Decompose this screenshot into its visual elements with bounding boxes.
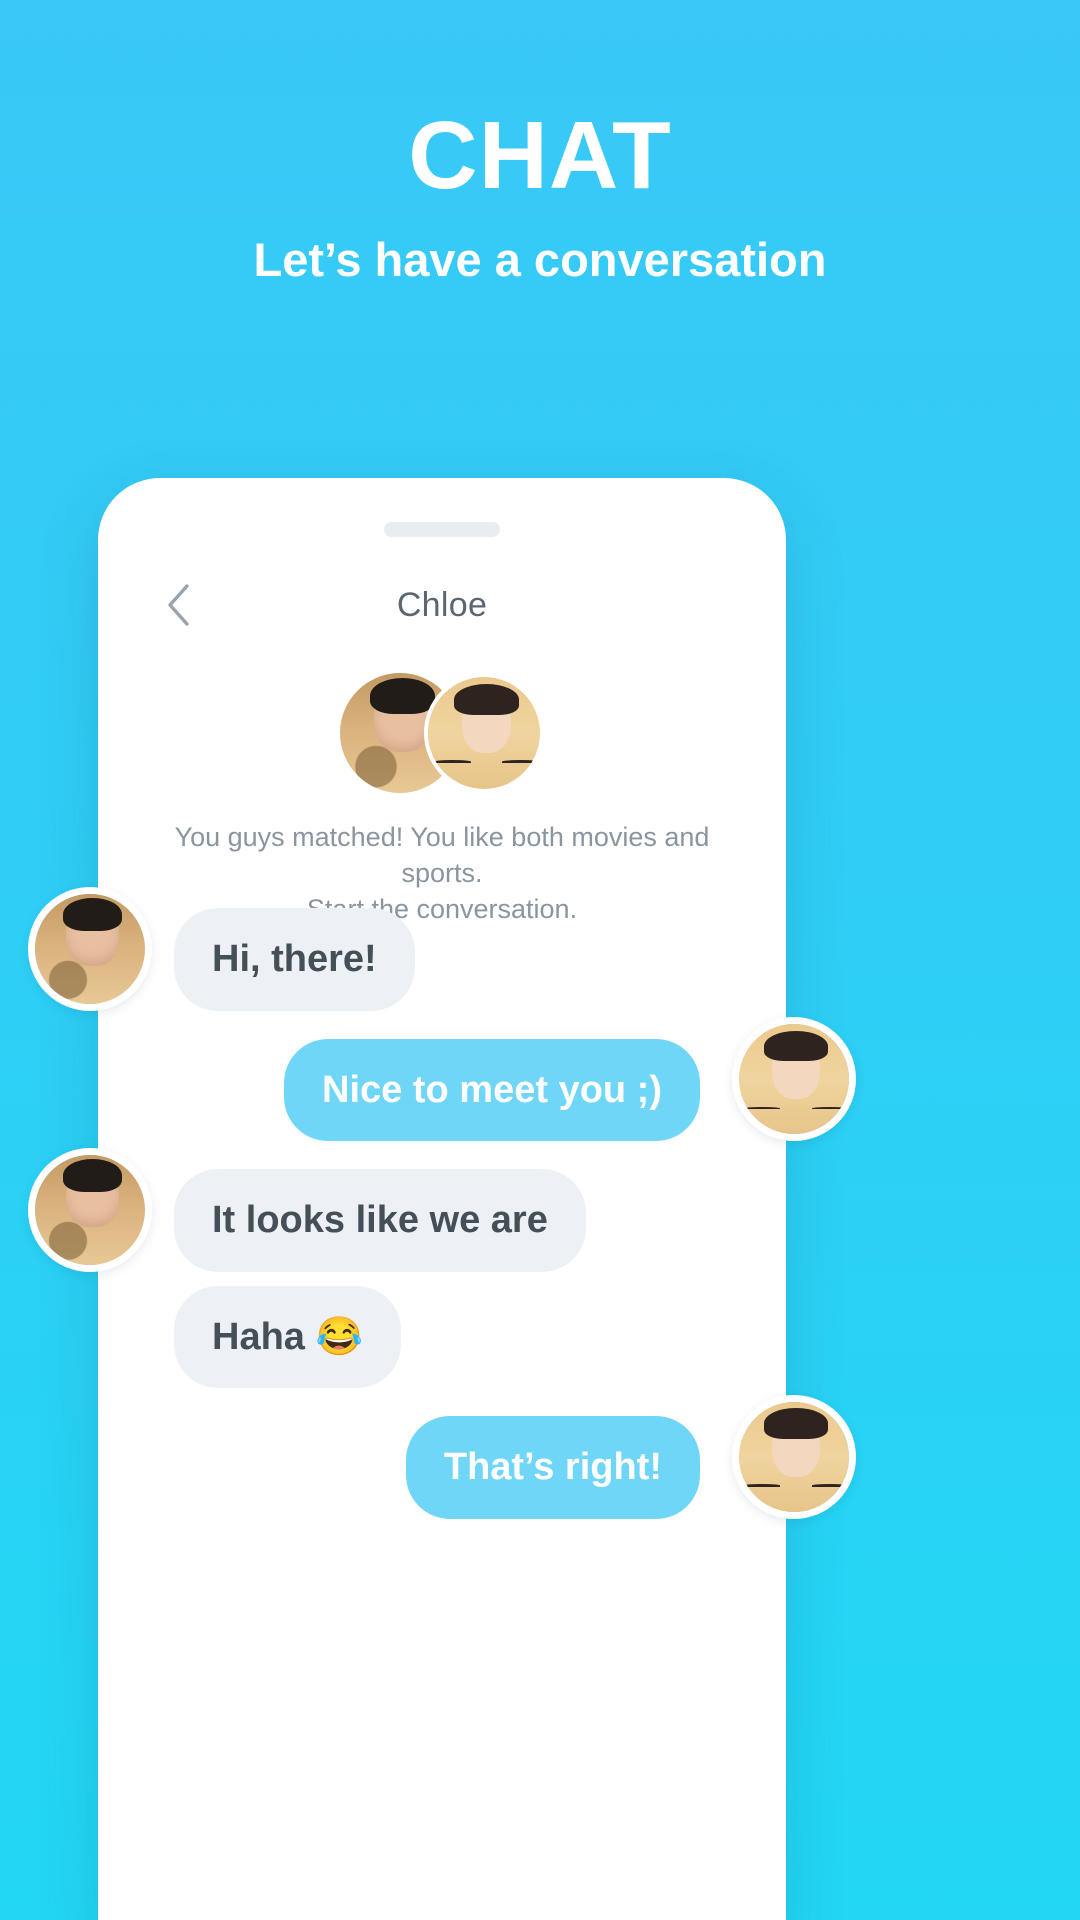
match-banner: You guys matched! You like both movies a… — [98, 658, 786, 928]
male-photo — [35, 1154, 145, 1265]
message-bubble-incoming[interactable]: It looks like we are — [174, 1169, 586, 1272]
avatar-female-1[interactable] — [732, 1017, 856, 1142]
hero-header: CHAT Let’s have a conversation — [0, 0, 1080, 286]
speaker-pill — [384, 522, 500, 537]
chat-header: Chloe — [98, 570, 786, 640]
message-bubble-incoming[interactable]: Hi, there! — [174, 908, 415, 1011]
message-bubble-outgoing[interactable]: Nice to meet you ;) — [284, 1038, 700, 1142]
message-bubble-outgoing[interactable]: That’s right! — [405, 1416, 700, 1519]
match-avatar-pair — [98, 658, 786, 808]
message-row-3: It looks like we are — [28, 1147, 786, 1272]
message-row-1: Hi, there! — [28, 886, 786, 1011]
avatar-male-1[interactable] — [28, 886, 152, 1011]
avatar-female-2[interactable] — [732, 1394, 856, 1519]
match-avatar-female — [424, 673, 544, 793]
page-title: CHAT — [408, 102, 672, 209]
message-list: Hi, there! Nice to meet you ;) It looks … — [28, 886, 856, 1547]
message-bubble-incoming[interactable]: Haha 😂 — [174, 1285, 401, 1389]
back-button[interactable] — [156, 581, 200, 629]
male-photo — [35, 893, 145, 1004]
female-photo — [428, 677, 540, 789]
phone-mockup: Chloe You guys matched! You like both mo… — [28, 478, 856, 1920]
chevron-left-icon — [165, 583, 191, 627]
chat-title: Chloe — [396, 585, 488, 624]
message-row-2: Nice to meet you ;) — [98, 1017, 856, 1142]
female-photo — [739, 1401, 849, 1512]
match-message-line-1: You guys matched! You like both movies a… — [174, 822, 710, 888]
message-row-4: Haha 😂 — [98, 1285, 786, 1389]
page-subtitle: Let’s have a conversation — [253, 233, 827, 286]
avatar-male-2[interactable] — [28, 1147, 152, 1272]
message-row-5: That’s right! — [98, 1394, 856, 1519]
female-photo — [739, 1024, 849, 1135]
